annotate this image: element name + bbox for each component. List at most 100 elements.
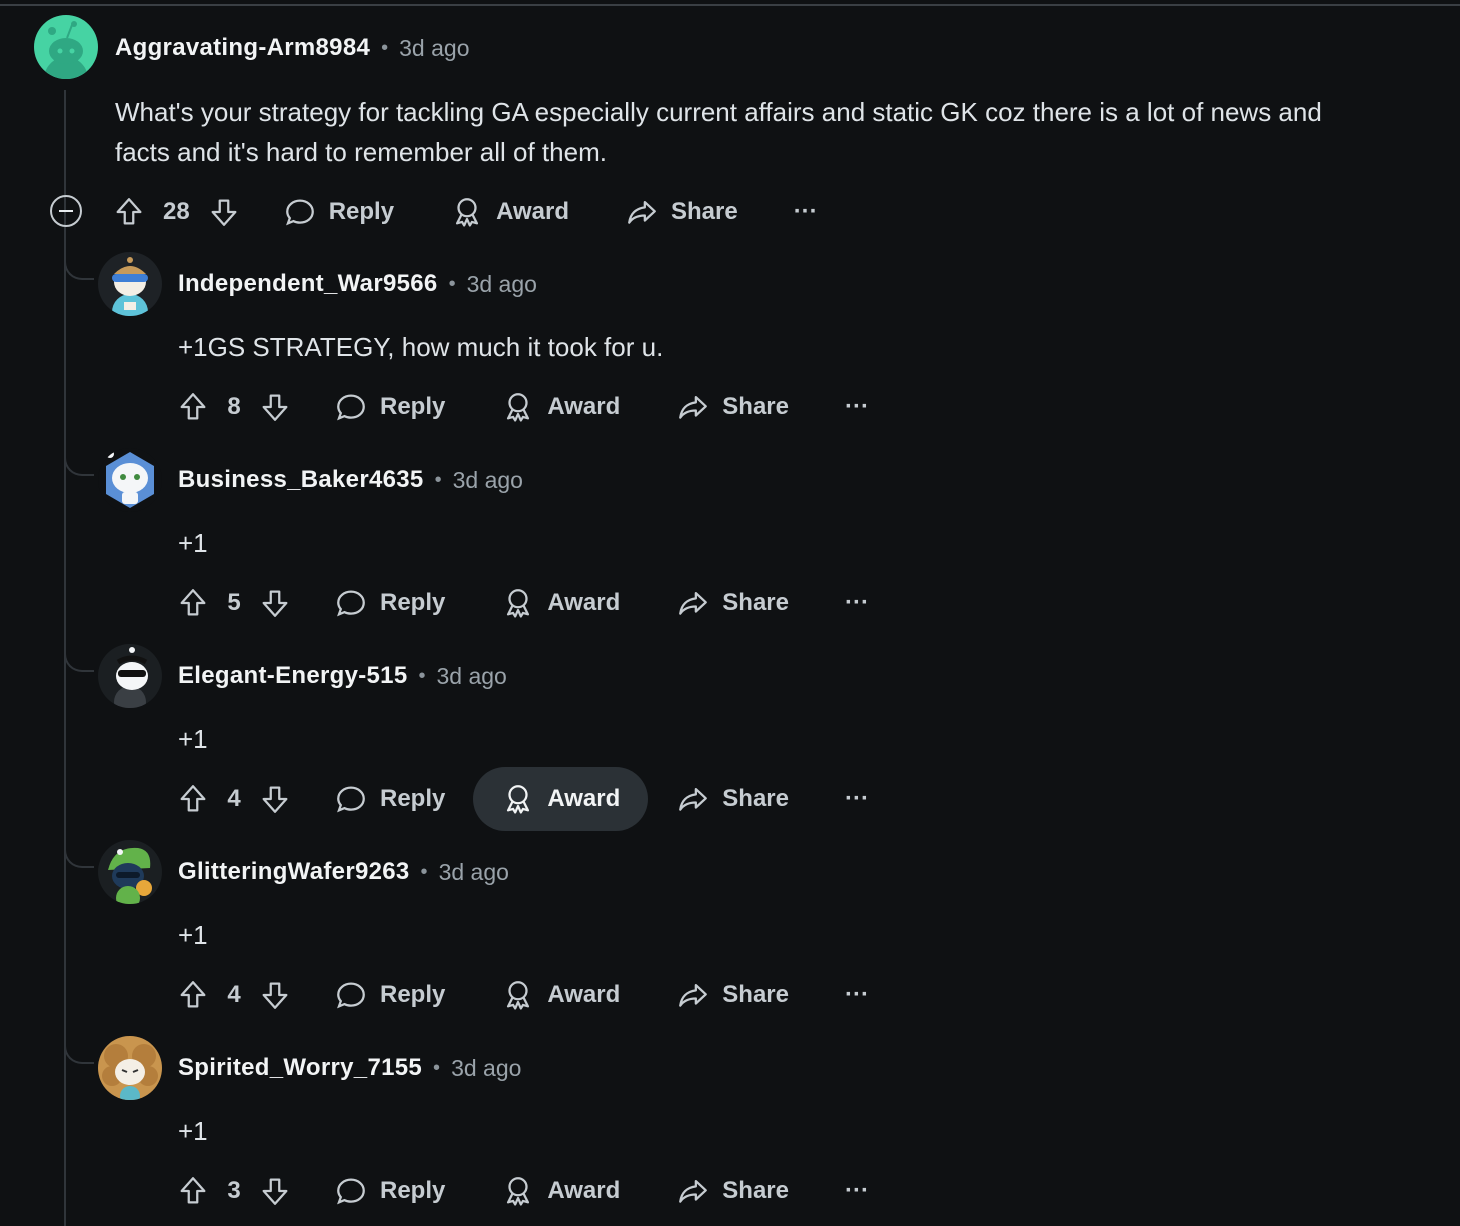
vote-count: 4: [227, 981, 241, 1008]
downvote-icon[interactable]: [258, 390, 292, 424]
award-button[interactable]: Award: [422, 180, 597, 244]
comment-bubble-icon: [283, 195, 317, 229]
vote-count: 5: [227, 589, 241, 616]
separator-dot: •: [420, 860, 428, 883]
timestamp[interactable]: 3d ago: [453, 467, 523, 494]
award-button[interactable]: Award: [473, 1159, 648, 1223]
upvote-icon[interactable]: [176, 978, 210, 1012]
avatar[interactable]: [98, 840, 162, 904]
collapse-thread-button[interactable]: [50, 195, 82, 227]
reply-button[interactable]: Reply: [306, 1159, 473, 1223]
share-arrow-icon: [676, 390, 710, 424]
share-arrow-icon: [676, 1174, 710, 1208]
reply-button[interactable]: Reply: [306, 963, 473, 1027]
award-label: Award: [547, 785, 621, 812]
share-button[interactable]: Share: [597, 180, 766, 244]
avatar[interactable]: [98, 644, 162, 708]
downvote-icon[interactable]: [258, 782, 292, 816]
minus-icon: [59, 210, 73, 212]
comment-bubble-icon: [334, 586, 368, 620]
timestamp[interactable]: 3d ago: [399, 35, 469, 62]
upvote-icon[interactable]: [176, 782, 210, 816]
comment-meta: Aggravating-Arm8984 • 3d ago: [115, 32, 470, 64]
snoo-goggles-avatar-icon: [98, 252, 162, 316]
comment-meta: Spirited_Worry_7155 • 3d ago: [178, 1052, 521, 1084]
thread-connector: [64, 840, 94, 868]
timestamp[interactable]: 3d ago: [451, 1055, 521, 1082]
avatar[interactable]: [98, 1036, 162, 1100]
comment-actions: 4 Reply Award Share ···: [176, 963, 897, 1027]
avatar[interactable]: [34, 15, 98, 79]
thread-connector: [64, 1036, 94, 1064]
share-arrow-icon: [676, 978, 710, 1012]
award-button[interactable]: Award: [473, 963, 648, 1027]
downvote-icon[interactable]: [207, 195, 241, 229]
award-ribbon-icon: [450, 195, 484, 229]
award-label: Award: [547, 589, 621, 616]
top-divider: [0, 4, 1460, 6]
more-options-button[interactable]: ···: [817, 571, 897, 635]
comment-body-line: facts and it's hard to remember all of t…: [115, 137, 607, 167]
separator-dot: •: [433, 1056, 441, 1079]
author-name[interactable]: Elegant-Energy-515: [178, 662, 407, 690]
reply-button[interactable]: Reply: [306, 375, 473, 439]
comment-body: +1GS STRATEGY, how much it took for u.: [178, 332, 664, 362]
vote-group: 5: [176, 571, 292, 635]
more-options-button[interactable]: ···: [817, 375, 897, 439]
share-button[interactable]: Share: [648, 767, 817, 831]
avatar[interactable]: [98, 448, 162, 512]
timestamp[interactable]: 3d ago: [467, 271, 537, 298]
award-button[interactable]: Award: [473, 571, 648, 635]
vote-count: 8: [227, 393, 241, 420]
author-name[interactable]: Spirited_Worry_7155: [178, 1054, 422, 1082]
timestamp[interactable]: 3d ago: [437, 663, 507, 690]
comment-bubble-icon: [334, 390, 368, 424]
more-options-button[interactable]: ···: [817, 963, 897, 1027]
downvote-icon[interactable]: [258, 586, 292, 620]
award-ribbon-icon: [501, 390, 535, 424]
upvote-icon[interactable]: [176, 586, 210, 620]
thread-connector: [64, 644, 94, 672]
award-ribbon-icon: [501, 1174, 535, 1208]
share-button[interactable]: Share: [648, 375, 817, 439]
upvote-icon[interactable]: [112, 195, 146, 229]
avatar[interactable]: [98, 252, 162, 316]
downvote-icon[interactable]: [258, 1174, 292, 1208]
comment-body: +1: [178, 528, 208, 558]
author-name[interactable]: Aggravating-Arm8984: [115, 34, 370, 62]
share-button[interactable]: Share: [648, 571, 817, 635]
reply-button[interactable]: Reply: [306, 767, 473, 831]
separator-dot: •: [381, 36, 389, 59]
share-label: Share: [670, 198, 738, 225]
reply-button[interactable]: Reply: [255, 180, 422, 244]
more-options-button[interactable]: ···: [817, 1159, 897, 1223]
award-button[interactable]: Award: [473, 375, 648, 439]
upvote-icon[interactable]: [176, 1174, 210, 1208]
share-button[interactable]: Share: [648, 963, 817, 1027]
share-label: Share: [722, 785, 789, 812]
author-name[interactable]: GlitteringWafer9263: [178, 858, 410, 886]
comment-body: +1: [178, 920, 208, 950]
more-options-button[interactable]: ···: [817, 767, 897, 831]
timestamp[interactable]: 3d ago: [439, 859, 509, 886]
share-button[interactable]: Share: [648, 1159, 817, 1223]
award-ribbon-icon: [501, 586, 535, 620]
upvote-icon[interactable]: [176, 390, 210, 424]
vote-group: 3: [176, 1159, 292, 1223]
award-button[interactable]: Award: [473, 767, 649, 831]
separator-dot: •: [434, 468, 442, 491]
more-options-button[interactable]: ···: [766, 180, 846, 244]
downvote-icon[interactable]: [258, 978, 292, 1012]
comment-meta: Independent_War9566 • 3d ago: [178, 268, 537, 300]
author-name[interactable]: Independent_War9566: [178, 270, 438, 298]
reply-button[interactable]: Reply: [306, 571, 473, 635]
comment-bubble-icon: [334, 978, 368, 1012]
thread-connector: [64, 448, 94, 476]
vote-count: 4: [227, 785, 241, 812]
reply-label: Reply: [380, 785, 446, 812]
reply-label: Reply: [380, 393, 446, 420]
share-label: Share: [722, 1177, 789, 1204]
author-name[interactable]: Business_Baker4635: [178, 466, 424, 494]
award-label: Award: [547, 393, 621, 420]
vote-count: 28: [163, 198, 190, 225]
